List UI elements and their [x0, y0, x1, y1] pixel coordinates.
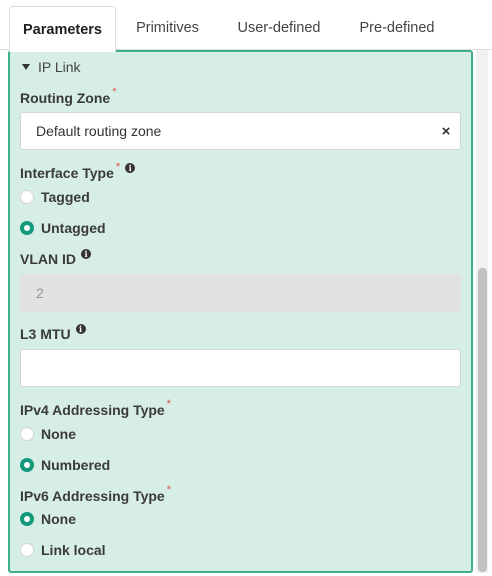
radio-circle-icon [20, 427, 34, 441]
ipv4-addressing-label-text: IPv4 Addressing Type [20, 402, 165, 418]
clear-icon[interactable]: × [432, 123, 460, 140]
info-icon[interactable]: i [125, 163, 136, 173]
ipv6-addressing-label-text: IPv6 Addressing Type [20, 488, 165, 504]
tab-label: Parameters [23, 21, 102, 38]
interface-type-label-text: Interface Type [20, 165, 114, 181]
radio-ipv6-link-local[interactable]: Link local [20, 540, 106, 560]
vlan-id-value: 2 [36, 285, 44, 301]
vlan-id-input: 2 [20, 274, 461, 312]
radio-untagged[interactable]: Untagged [20, 218, 106, 238]
ipv6-addressing-label: IPv6 Addressing Type * [20, 484, 171, 504]
routing-zone-value: Default routing zone [36, 123, 162, 139]
tab-primitives[interactable]: Primitives [125, 6, 210, 50]
tab-label: User-defined [237, 20, 321, 36]
scrollbar-thumb[interactable] [478, 268, 487, 572]
tab-label: Pre-defined [359, 20, 435, 36]
l3-mtu-label-text: L3 MTU [20, 326, 71, 342]
vlan-id-label-text: VLAN ID [20, 251, 76, 267]
section-toggle-ip-link[interactable]: IP Link [22, 58, 81, 76]
radio-label: Numbered [41, 457, 111, 473]
radio-circle-icon [20, 190, 34, 204]
tab-user-defined[interactable]: User-defined [228, 6, 330, 50]
radio-ipv4-none[interactable]: None [20, 424, 76, 444]
required-mark: * [112, 86, 117, 98]
caret-down-icon [22, 64, 30, 70]
tab-parameters[interactable]: Parameters [9, 6, 116, 52]
l3-mtu-label: L3 MTU i [20, 324, 86, 342]
l3-mtu-input[interactable] [20, 349, 461, 387]
routing-zone-label: Routing Zone * [20, 86, 116, 106]
info-icon[interactable]: i [81, 249, 91, 259]
radio-label: Tagged [41, 189, 90, 205]
required-mark: * [166, 398, 171, 410]
radio-label: Link local [41, 542, 106, 558]
info-icon[interactable]: i [75, 324, 86, 334]
ipv4-addressing-label: IPv4 Addressing Type * [20, 398, 171, 418]
radio-label: None [41, 426, 76, 442]
radio-checked-icon [20, 458, 34, 472]
radio-label: Untagged [41, 220, 106, 236]
interface-type-label: Interface Type * i [20, 161, 136, 181]
routing-zone-select[interactable]: Default routing zone × [20, 112, 461, 150]
radio-checked-icon [20, 512, 34, 526]
routing-zone-label-text: Routing Zone [20, 90, 111, 106]
radio-tagged[interactable]: Tagged [20, 187, 90, 207]
radio-label: None [41, 511, 76, 527]
tab-label: Primitives [136, 20, 199, 36]
tab-bar: Parameters Primitives User-defined Pre-d… [0, 0, 492, 52]
required-mark: * [115, 161, 121, 173]
radio-ipv6-none[interactable]: None [20, 509, 76, 529]
radio-ipv4-numbered[interactable]: Numbered [20, 455, 110, 475]
vlan-id-label: VLAN ID i [20, 249, 91, 267]
radio-checked-icon [20, 221, 34, 235]
tab-pre-defined[interactable]: Pre-defined [350, 6, 444, 50]
required-mark: * [166, 484, 171, 496]
section-title: IP Link [38, 59, 81, 75]
radio-circle-icon [20, 543, 34, 557]
